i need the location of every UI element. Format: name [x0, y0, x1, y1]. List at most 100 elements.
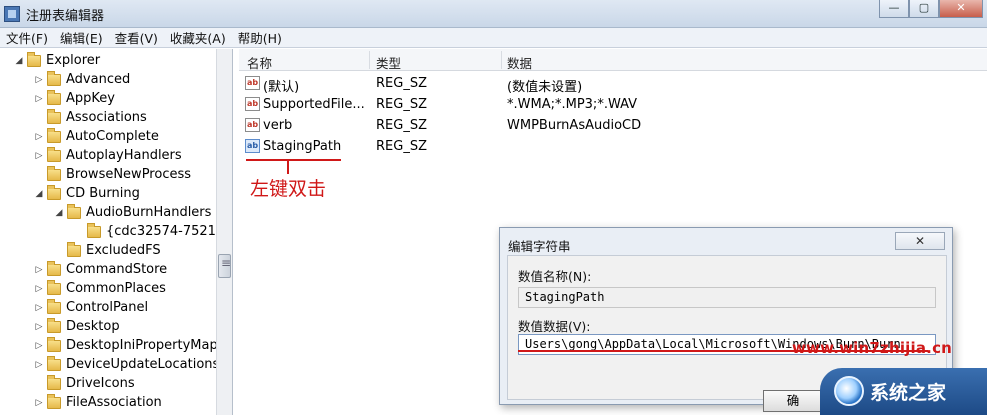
expander-icon[interactable]: ▷ [34, 360, 44, 370]
expander-icon[interactable]: ▷ [34, 398, 44, 408]
value-data: *.WMA;*.MP3;*.WAV [507, 97, 638, 112]
maximize-button[interactable]: ▢ [909, 0, 939, 18]
close-button[interactable]: ✕ [939, 0, 983, 18]
expander-icon[interactable]: ▷ [34, 303, 44, 313]
folder-icon [47, 393, 61, 409]
menu-bar: 文件(F) 编辑(E) 查看(V) 收藏夹(A) 帮助(H) [0, 28, 987, 48]
tree-item-label: DesktopIniPropertyMap [66, 338, 218, 353]
tree-scroll-thumb[interactable] [218, 254, 231, 278]
expander-icon[interactable]: ▷ [34, 94, 44, 104]
expander-icon[interactable]: ▷ [34, 265, 44, 275]
folder-icon [47, 127, 61, 143]
string-value-icon: ab [245, 139, 260, 153]
expander-icon[interactable]: ◢ [14, 56, 24, 66]
expander-icon[interactable]: ▷ [34, 284, 44, 294]
menu-help[interactable]: 帮助(H) [238, 28, 282, 47]
expander-icon[interactable]: ◢ [54, 208, 64, 218]
tree-item-label: Desktop [66, 319, 120, 334]
menu-file[interactable]: 文件(F) [6, 28, 48, 47]
value-data: WMPBurnAsAudioCD [507, 118, 642, 133]
list-row-default[interactable]: ab (默认) REG_SZ (数值未设置) [239, 73, 987, 95]
column-separator[interactable] [369, 51, 370, 69]
tree-item-excludedfs[interactable]: ExcludedFS [54, 241, 161, 260]
tree-item-label: DriveIcons [66, 376, 135, 391]
tree-item-advanced[interactable]: ▷ Advanced [34, 70, 130, 89]
tree-item-label: FileAssociation [66, 395, 162, 410]
folder-icon [47, 89, 61, 105]
value-name: SupportedFile... [263, 97, 365, 112]
folder-icon [27, 51, 41, 67]
tree-item-label: AppKey [66, 91, 115, 106]
watermark-logo-icon [834, 376, 864, 406]
tree-item-label: AutoplayHandlers [66, 148, 182, 163]
column-header-name[interactable]: 名称 [247, 53, 272, 72]
tree-item-browsenewprocess[interactable]: BrowseNewProcess [34, 165, 191, 184]
column-header-type[interactable]: 类型 [376, 53, 401, 72]
tree-item-controlpanel[interactable]: ▷ ControlPanel [34, 298, 148, 317]
tree-item-desktop[interactable]: ▷ Desktop [34, 317, 120, 336]
tree-item-autoplayhandlers[interactable]: ▷ AutoplayHandlers [34, 146, 182, 165]
expander-icon[interactable]: ◢ [34, 189, 44, 199]
tree-item-audioburnhandlers[interactable]: ◢ AudioBurnHandlers [54, 203, 211, 222]
ok-button[interactable]: 确 [763, 390, 823, 412]
tree-item-cd-burning[interactable]: ◢ CD Burning [34, 184, 140, 203]
tree-scrollbar[interactable] [216, 49, 232, 415]
regedit-app-icon [4, 6, 20, 22]
watermark-logo-text: 系统之家 [870, 382, 947, 404]
tree-item-label: {cdc32574-7521- [106, 224, 221, 239]
menu-view[interactable]: 查看(V) [115, 28, 158, 47]
title-bar: 注册表编辑器 — ▢ ✕ [0, 0, 987, 28]
expander-icon[interactable]: ▷ [34, 322, 44, 332]
tree-item-desktopinipropertymap[interactable]: ▷ DesktopIniPropertyMap [34, 336, 218, 355]
dialog-close-button[interactable]: ✕ [895, 232, 945, 250]
tree-item-explorer[interactable]: ◢ Explorer [14, 51, 100, 70]
minimize-button[interactable]: — [879, 0, 909, 18]
tree-item-label: Associations [66, 110, 147, 125]
tree-item-commandstore[interactable]: ▷ CommandStore [34, 260, 167, 279]
expander-icon[interactable]: ▷ [34, 132, 44, 142]
value-name-label: 数值名称(N): [518, 269, 592, 284]
expander-icon[interactable]: ▷ [34, 151, 44, 161]
value-type: REG_SZ [376, 97, 427, 112]
folder-icon [47, 374, 61, 390]
tree-item-label: CommonPlaces [66, 281, 166, 296]
dialog-title: 编辑字符串 [508, 239, 571, 254]
list-row-supportedfile[interactable]: ab SupportedFile... REG_SZ *.WMA;*.MP3;*… [239, 94, 987, 115]
tree-item-label: AudioBurnHandlers [86, 205, 212, 220]
tree-item-autocomplete[interactable]: ▷ AutoComplete [34, 127, 159, 146]
folder-icon [47, 298, 61, 314]
tree-item-driveicons[interactable]: DriveIcons [34, 374, 135, 393]
folder-icon [47, 70, 61, 86]
window-controls: — ▢ ✕ [879, 0, 983, 20]
folder-icon [47, 279, 61, 295]
tree-item-associations[interactable]: Associations [34, 108, 147, 127]
column-separator[interactable] [501, 51, 502, 69]
tree-item-appkey[interactable]: ▷ AppKey [34, 89, 115, 108]
tree-item-label: Explorer [46, 53, 101, 68]
column-header-data[interactable]: 数据 [507, 53, 532, 72]
tree-item-label: Advanced [66, 72, 131, 87]
string-value-icon: ab [245, 118, 260, 132]
registry-tree: ◢ Explorer ▷ Advanced ▷ AppKey Associati… [0, 49, 233, 415]
tree-item-label: BrowseNewProcess [66, 167, 192, 182]
menu-edit[interactable]: 编辑(E) [60, 28, 103, 47]
string-value-icon: ab [245, 97, 260, 111]
list-row-stagingpath[interactable]: ab StagingPath REG_SZ [239, 136, 987, 157]
menu-favorites[interactable]: 收藏夹(A) [170, 28, 226, 47]
value-name-field: StagingPath [518, 287, 936, 308]
folder-icon [47, 108, 61, 124]
list-row-verb[interactable]: ab verb REG_SZ WMPBurnAsAudioCD [239, 115, 987, 136]
tree-item-cdc32574[interactable]: {cdc32574-7521- [74, 222, 221, 241]
tree-item-commonplaces[interactable]: ▷ CommonPlaces [34, 279, 166, 298]
folder-icon [47, 355, 61, 371]
expander-icon[interactable]: ▷ [34, 341, 44, 351]
value-type: REG_SZ [376, 139, 427, 154]
tree-item-label: AutoComplete [66, 129, 159, 144]
tree-item-label: CD Burning [66, 186, 140, 201]
folder-icon [47, 336, 61, 352]
tree-item-fileassociation[interactable]: ▷ FileAssociation [34, 393, 162, 412]
tree-item-deviceupdatelocations[interactable]: ▷ DeviceUpdateLocations [34, 355, 219, 374]
expander-icon[interactable]: ▷ [34, 75, 44, 85]
annotation-tick [287, 160, 289, 174]
value-name: StagingPath [263, 139, 342, 154]
